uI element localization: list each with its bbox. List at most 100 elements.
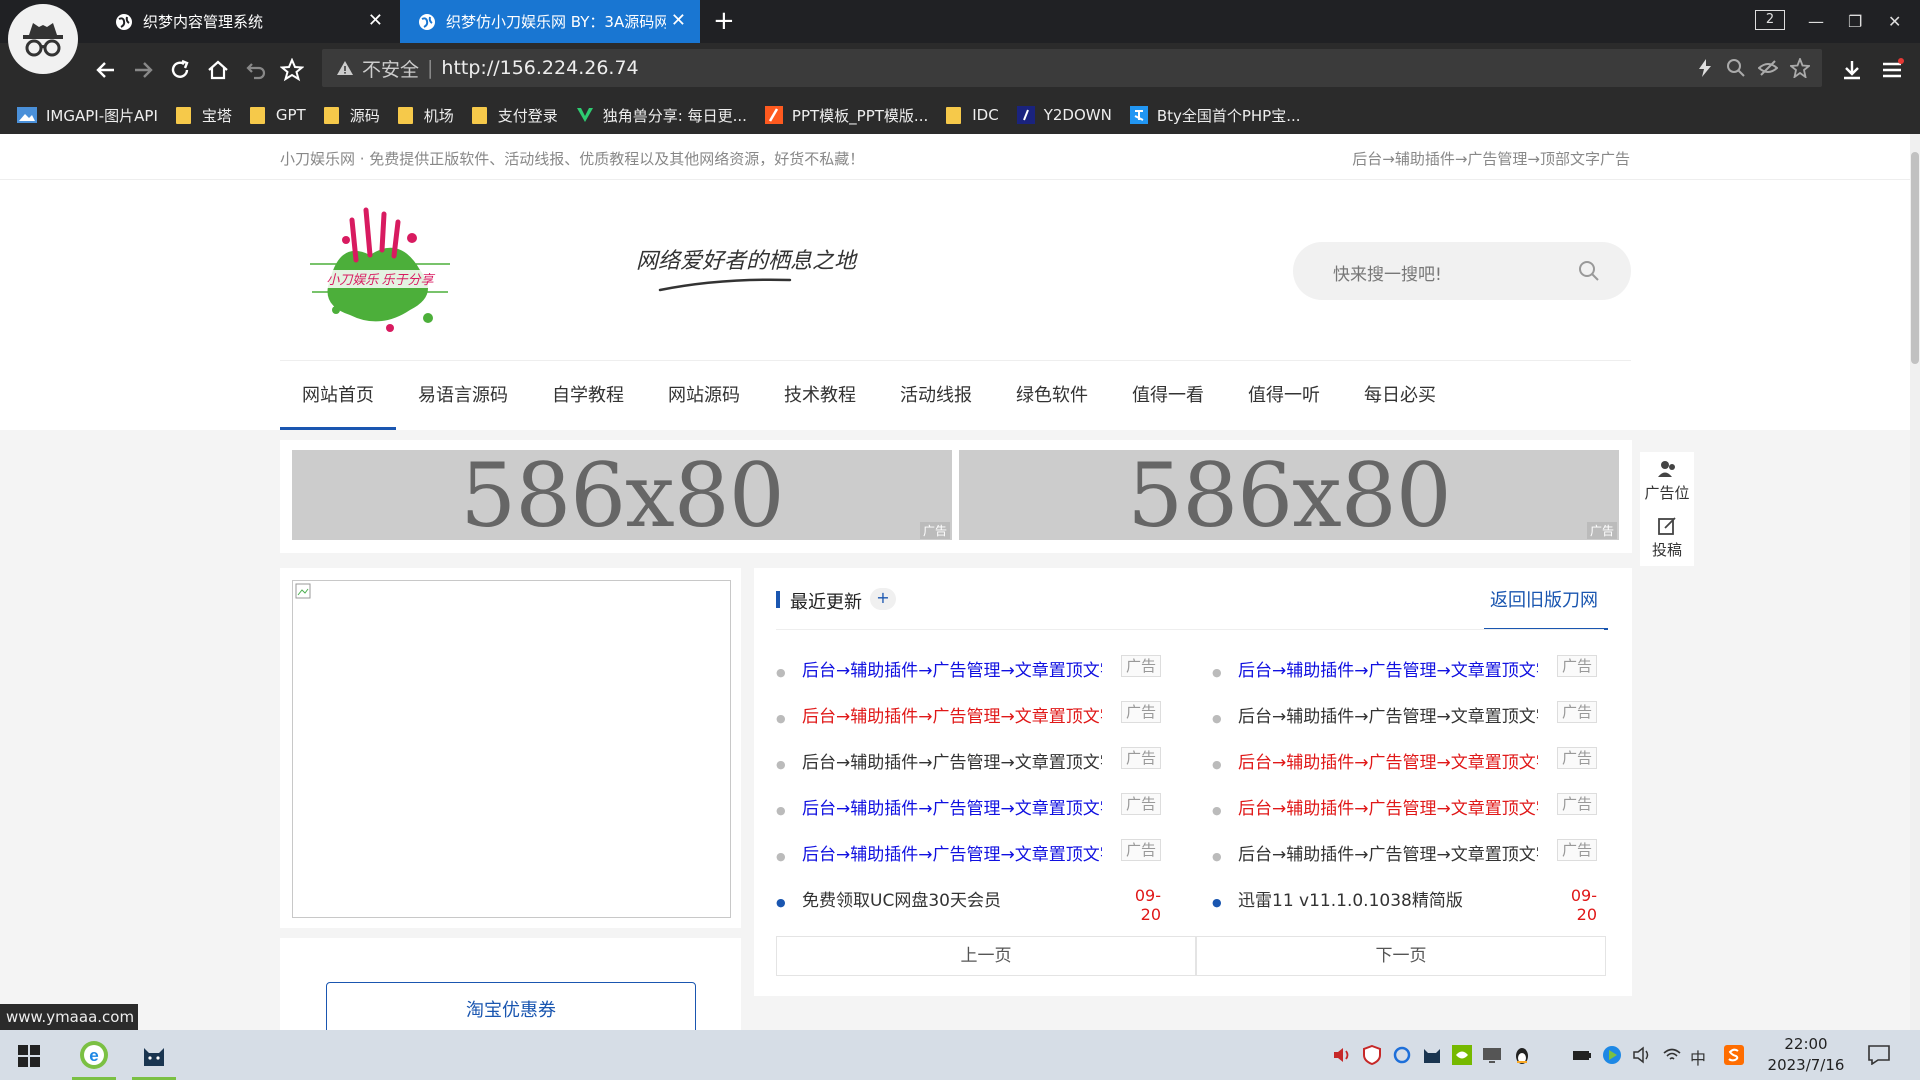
tab-dedecms[interactable]: 织梦内容管理系统 ✕ — [97, 0, 397, 43]
more-button[interactable]: + — [870, 588, 896, 610]
bookmark-gpt[interactable]: GPT — [249, 106, 306, 124]
page-scrollbar[interactable] — [1910, 134, 1920, 1030]
list-item[interactable]: ●后台→辅助插件→广告管理→文章置顶文字广告广告 — [1212, 746, 1632, 792]
banner-ad-left[interactable]: 586x80 广告 — [292, 450, 952, 540]
star-bookmark-icon[interactable] — [280, 58, 304, 82]
forward-icon[interactable] — [131, 58, 155, 82]
download-icon[interactable] — [1840, 58, 1864, 82]
list-item[interactable]: ● 免费领取UC网盘30天会员 09-20 — [776, 884, 1196, 930]
search-box[interactable]: 快来搜一搜吧! — [1293, 242, 1631, 300]
system-clock[interactable]: 22:00 2023/7/16 — [1760, 1034, 1852, 1076]
nav-activities[interactable]: 活动线报 — [878, 361, 994, 430]
monitor-icon[interactable] — [1482, 1045, 1502, 1065]
nav-e-language[interactable]: 易语言源码 — [396, 361, 530, 430]
top-text-ad[interactable]: 后台→辅助插件→广告管理→顶部文字广告 — [1352, 148, 1630, 169]
bookmark-baota[interactable]: 宝塔 — [175, 105, 232, 126]
bookmark-airport[interactable]: 机场 — [397, 105, 454, 126]
nav-green-software[interactable]: 绿色软件 — [994, 361, 1110, 430]
banner-ad-right[interactable]: 586x80 广告 — [959, 450, 1619, 540]
ad-badge: 广告 — [1121, 747, 1161, 769]
restore-icon[interactable]: ❐ — [1848, 0, 1862, 43]
back-icon[interactable] — [94, 58, 118, 82]
close-tab-icon[interactable]: ✕ — [671, 10, 686, 31]
search-input[interactable]: 快来搜一搜吧! — [1333, 260, 1442, 285]
bookmark-idc[interactable]: IDC — [946, 106, 999, 124]
ad-badge: 广告 — [1557, 839, 1597, 861]
taobao-coupon-button[interactable]: 淘宝优惠券 — [326, 982, 696, 1030]
list-item[interactable]: ●后台→辅助插件→广告管理→文章置顶文字广告广告 — [1212, 792, 1632, 838]
list-item[interactable]: ●后台→辅助插件→广告管理→文章置顶文字广告广告 — [776, 838, 1196, 884]
tab-title: 织梦内容管理系统 — [143, 13, 264, 31]
menu-icon[interactable] — [1880, 58, 1904, 82]
nav-tech[interactable]: 技术教程 — [762, 361, 878, 430]
ad-slot-link[interactable]: 广告位 — [1640, 452, 1694, 509]
close-tab-icon[interactable]: ✕ — [368, 10, 383, 31]
address-bar[interactable]: 不安全 | http://156.224.26.74 — [322, 49, 1822, 87]
bookmark-imgapi[interactable]: IMGAPI-图片API — [17, 105, 158, 126]
close-window-icon[interactable]: ✕ — [1888, 0, 1901, 43]
tab-bar: 织梦内容管理系统 ✕ 织梦仿小刀娱乐网 BY：3A源码网 ✕ + 2 — ❐ ✕ — [0, 0, 1920, 74]
banner-ad-row: 586x80 广告 586x80 广告 — [280, 440, 1632, 553]
qq-penguin-icon[interactable] — [1512, 1045, 1532, 1065]
bookmark-unicorn[interactable]: 独角兽分享: 每日更... — [576, 105, 747, 126]
nav-worth-watching[interactable]: 值得一看 — [1110, 361, 1226, 430]
nav-daily-buy[interactable]: 每日必买 — [1342, 361, 1458, 430]
cat-app-taskbar-button[interactable] — [126, 1030, 182, 1080]
volume-icon[interactable] — [1632, 1045, 1652, 1065]
list-item[interactable]: ●后台→辅助插件→广告管理→文章置顶文字广告广告 — [776, 700, 1196, 746]
next-page-button[interactable]: 下一页 — [1196, 936, 1606, 976]
ie-browser-taskbar-button[interactable]: e — [66, 1030, 122, 1080]
nav-worth-listening[interactable]: 值得一听 — [1226, 361, 1342, 430]
update-list-right: ●后台→辅助插件→广告管理→文章置顶文字广告广告 ●后台→辅助插件→广告管理→文… — [1212, 654, 1632, 930]
undo-icon[interactable] — [244, 58, 268, 82]
tab-count-button[interactable]: 2 — [1755, 10, 1785, 30]
lightning-icon[interactable] — [1696, 58, 1714, 78]
nvidia-icon[interactable] — [1452, 1045, 1472, 1065]
home-icon[interactable] — [206, 58, 230, 82]
list-item[interactable]: ●后台→辅助插件→广告管理→文章置顶文字广告广告 — [776, 746, 1196, 792]
bookmark-bty[interactable]: Bty全国首个PHP宝... — [1129, 105, 1301, 126]
bookmark-pay-login[interactable]: 支付登录 — [471, 105, 558, 126]
wifi-icon[interactable] — [1662, 1045, 1682, 1065]
shield-icon[interactable] — [1362, 1045, 1382, 1065]
list-item[interactable]: ●后台→辅助插件→广告管理→文章置顶文字广告广告 — [1212, 700, 1632, 746]
nav-home[interactable]: 网站首页 — [280, 361, 396, 430]
ime-indicator[interactable]: 中 — [1690, 1045, 1710, 1068]
minimize-icon[interactable]: — — [1808, 0, 1824, 43]
speaker-red-icon[interactable] — [1332, 1045, 1352, 1065]
zoom-icon[interactable] — [1726, 58, 1746, 78]
prev-page-button[interactable]: 上一页 — [776, 936, 1196, 976]
search-icon[interactable] — [1577, 259, 1601, 283]
new-tab-button[interactable]: + — [713, 6, 735, 36]
site-tagline: 小刀娱乐网 · 免费提供正版软件、活动线报、优质教程以及其他网络资源，好货不私藏… — [280, 150, 865, 168]
bookmark-source[interactable]: 源码 — [323, 105, 380, 126]
url-text[interactable]: http://156.224.26.74 — [441, 57, 638, 79]
list-item[interactable]: ●后台→辅助插件→广告管理→文章置顶文字广告广告 — [1212, 838, 1632, 884]
list-item[interactable]: ●后台→辅助插件→广告管理→文章置顶文字广告广告 — [776, 654, 1196, 700]
reload-icon[interactable] — [168, 58, 192, 82]
submit-link[interactable]: 投稿 — [1640, 509, 1694, 566]
ad-badge: 广告 — [1557, 701, 1597, 723]
sogou-s-icon[interactable] — [1724, 1045, 1744, 1065]
tab-active-site[interactable]: 织梦仿小刀娱乐网 BY：3A源码网 ✕ — [400, 0, 700, 43]
bookmark-ppt[interactable]: PPT模板_PPT模版... — [764, 105, 928, 126]
broken-image[interactable] — [292, 580, 731, 918]
nav-web-source[interactable]: 网站源码 — [646, 361, 762, 430]
windows-start-icon[interactable] — [18, 1045, 40, 1067]
eye-off-icon[interactable] — [1758, 58, 1778, 78]
old-site-link[interactable]: 返回旧版刀网 — [1490, 586, 1598, 612]
cat-tray-icon[interactable] — [1422, 1045, 1442, 1065]
notification-icon[interactable] — [1868, 1045, 1890, 1065]
site-topbar: 小刀娱乐网 · 免费提供正版软件、活动线报、优质教程以及其他网络资源，好货不私藏… — [0, 134, 1910, 180]
list-item[interactable]: ●后台→辅助插件→广告管理→文章置顶文字广告广告 — [776, 792, 1196, 838]
list-item[interactable]: ●后台→辅助插件→广告管理→文章置顶文字广告广告 — [1212, 654, 1632, 700]
status-url: www.ymaaa.com — [0, 1004, 138, 1030]
favorite-star-icon[interactable] — [1790, 58, 1810, 78]
site-logo[interactable]: 小刀娱乐 乐于分享 — [300, 200, 460, 340]
battery-icon[interactable] — [1572, 1045, 1592, 1065]
bookmark-y2down[interactable]: Y2DOWN — [1016, 106, 1112, 124]
sync-icon[interactable] — [1392, 1045, 1412, 1065]
list-item[interactable]: ● 迅雷11 v11.1.0.1038精简版 09-20 — [1212, 884, 1632, 930]
nav-tutorials[interactable]: 自学教程 — [530, 361, 646, 430]
media-player-icon[interactable] — [1602, 1045, 1622, 1065]
